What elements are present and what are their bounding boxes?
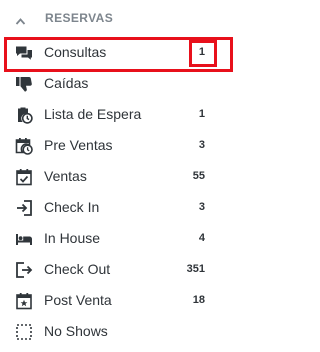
menu-item-label: Check Out [44,261,111,277]
chevron-up-icon[interactable] [15,13,26,25]
menu-item-count: 1 [198,108,205,120]
dashed-square-icon [15,323,33,341]
clipboard-clock-icon [15,106,33,124]
chat-bubbles-icon [15,44,33,62]
menu-item-label: Consultas [44,44,107,60]
menu-item-ventas[interactable]: Ventas 55 [0,161,243,192]
menu-item-count: 3 [198,139,205,151]
menu-item-count: 3 [198,201,205,213]
menu-item-label: Lista de Espera [44,106,142,122]
menu-item-caidas[interactable]: Caídas [0,68,243,99]
menu-item-consultas[interactable]: Consultas 1 [0,37,243,68]
sign-in-icon [15,199,33,217]
menu-item-count: 1 [198,46,205,58]
sign-out-icon [15,261,33,279]
calendar-clock-icon [15,137,33,155]
menu-item-label: No Shows [44,323,108,339]
menu-item-check-out[interactable]: Check Out 351 [0,254,243,285]
menu-item-lista-de-espera[interactable]: Lista de Espera 1 [0,99,243,130]
menu-item-label: Check In [44,199,100,215]
menu-item-pre-ventas[interactable]: Pre Ventas 3 [0,130,243,161]
menu-item-in-house[interactable]: In House 4 [0,223,243,254]
menu-item-count: 351 [186,263,205,275]
calendar-check-icon [15,168,33,186]
menu-item-label: Pre Ventas [44,137,113,153]
menu-item-label: Ventas [44,168,87,184]
menu-item-count: 4 [198,232,205,244]
section-title: RESERVAS [45,11,114,25]
calendar-star-icon [15,292,33,310]
menu-item-label: In House [44,230,101,246]
section-header-reservas[interactable]: RESERVAS [0,0,243,36]
menu-item-no-shows[interactable]: No Shows [0,316,243,347]
menu-item-count: 55 [192,170,205,182]
menu-item-label: Post Venta [44,292,112,308]
thumbs-down-icon [15,75,33,93]
menu-item-post-venta[interactable]: Post Venta 18 [0,285,243,316]
reservas-menu: Consultas 1 Caídas Lista de Espera 1 Pre… [0,37,243,347]
menu-item-count: 18 [192,294,205,306]
menu-item-check-in[interactable]: Check In 3 [0,192,243,223]
menu-item-label: Caídas [44,75,89,91]
bed-icon [15,230,33,248]
